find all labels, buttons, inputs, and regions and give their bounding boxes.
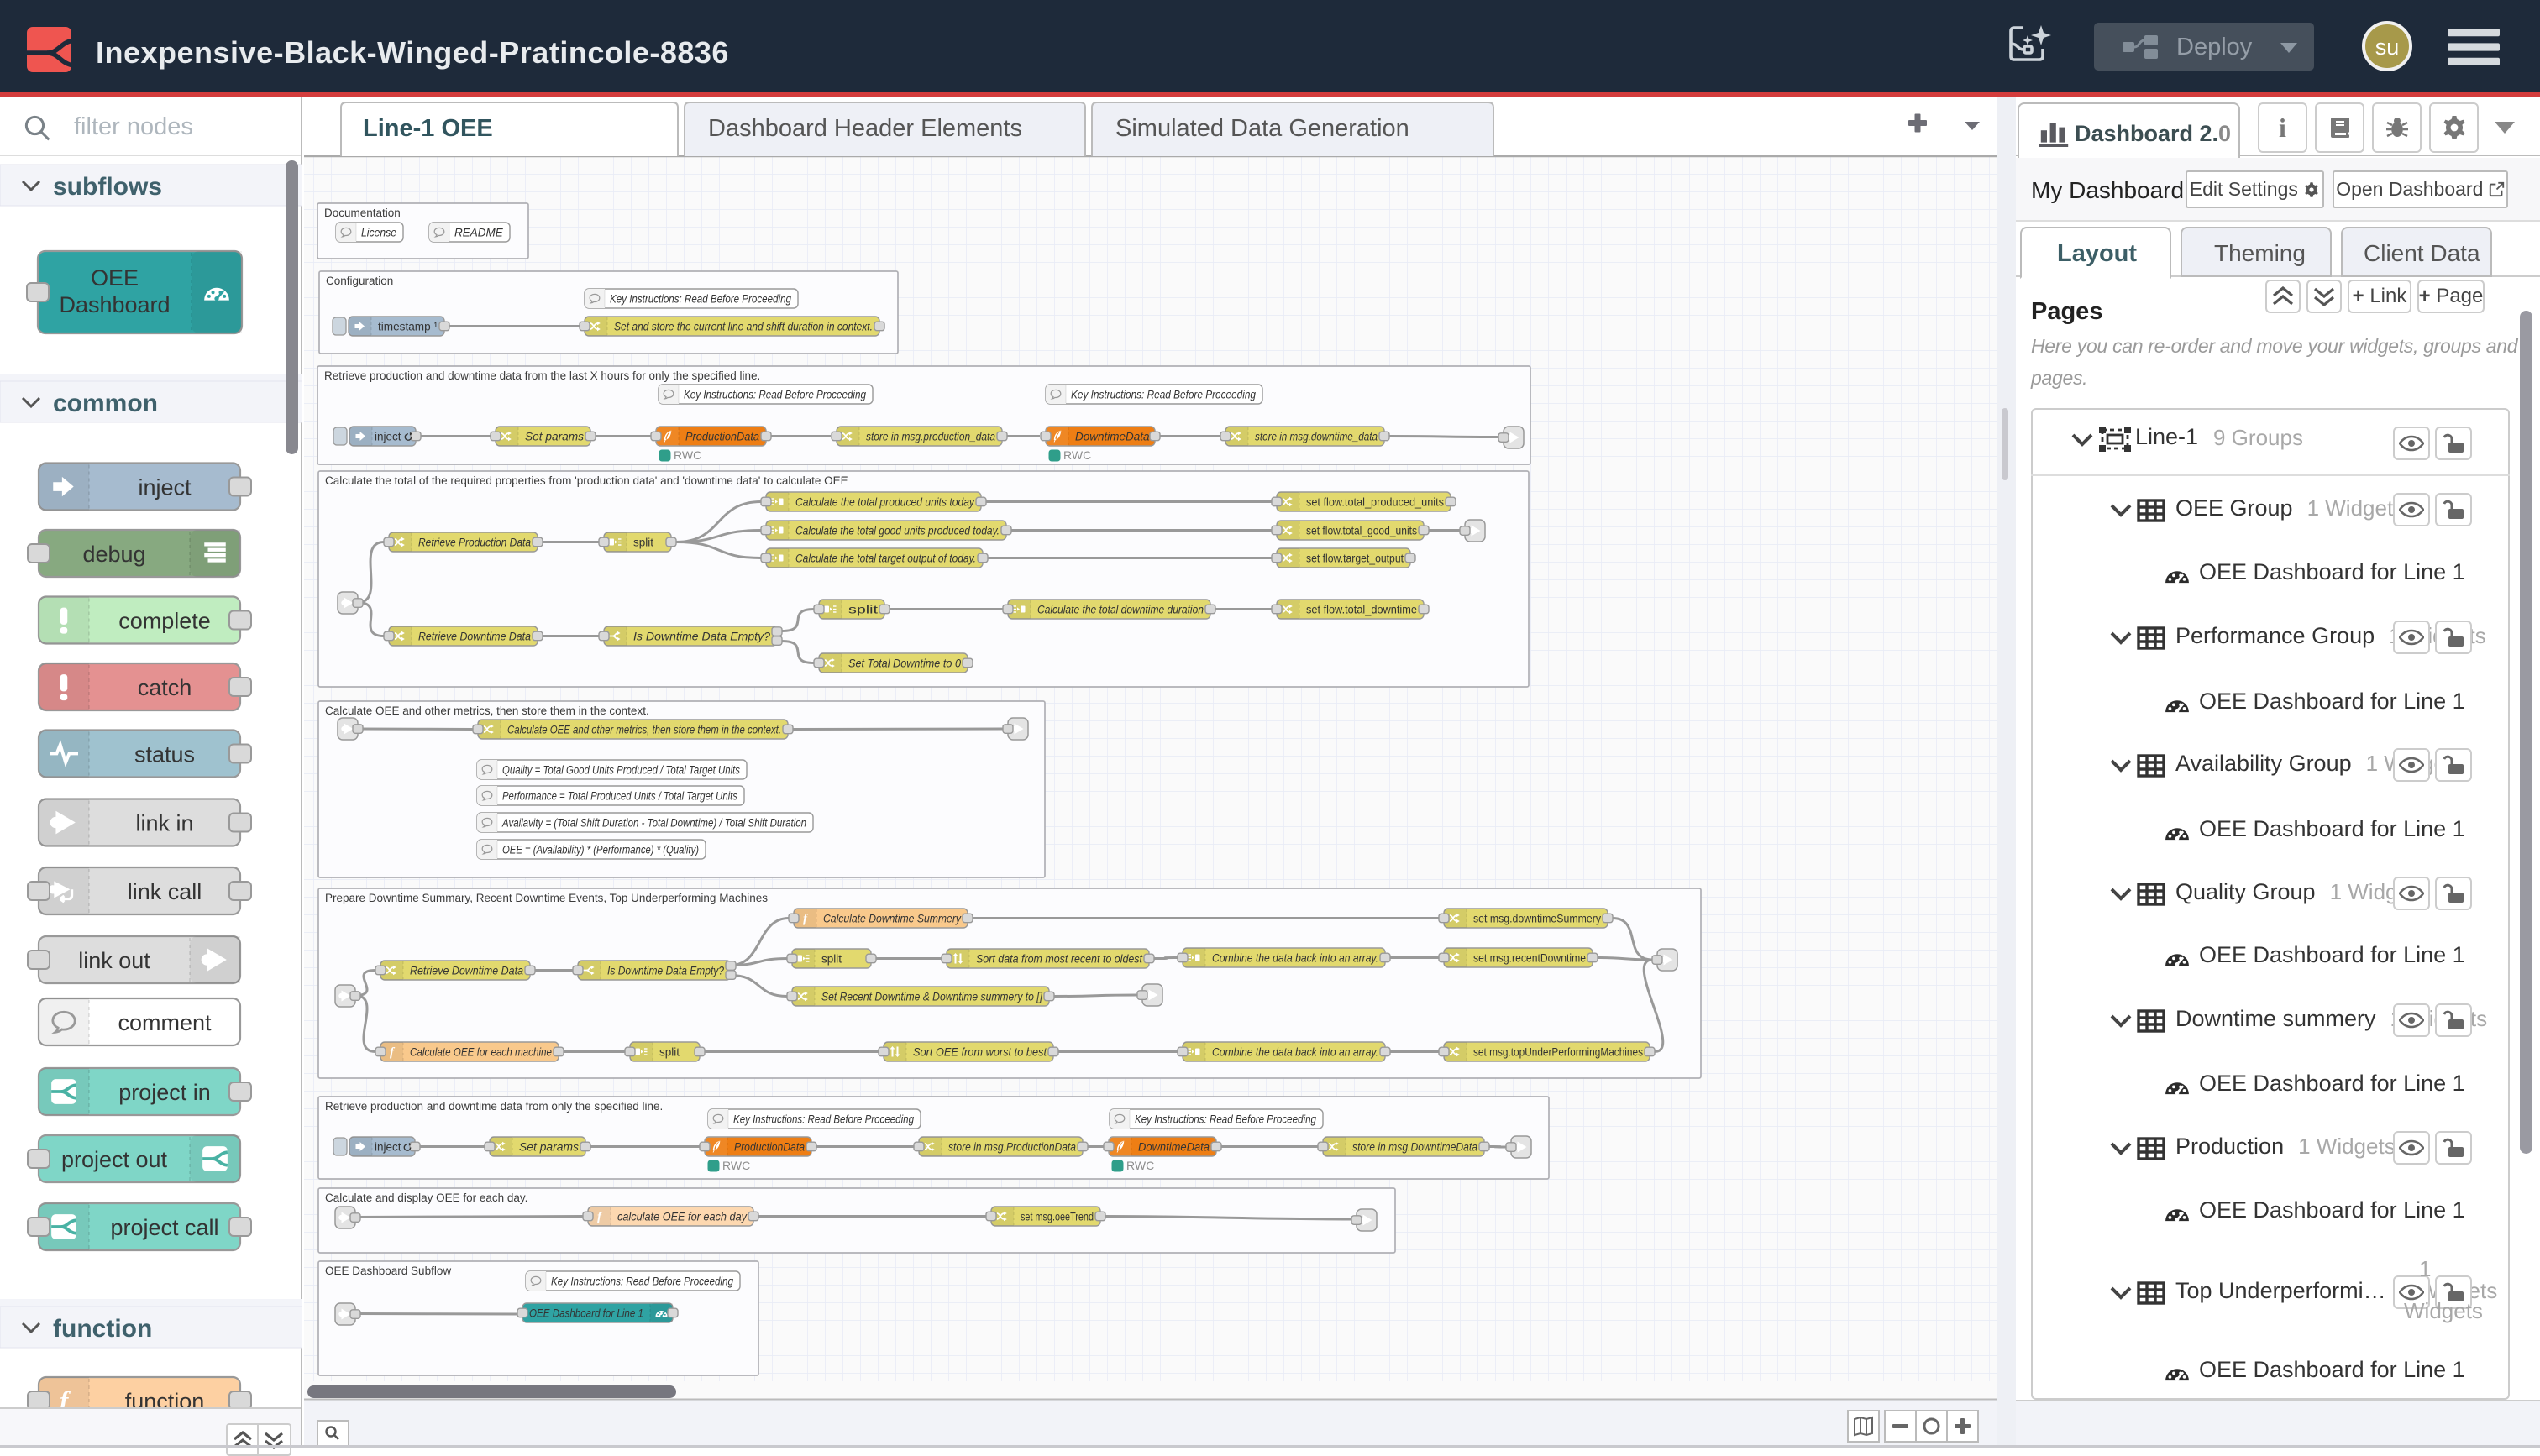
svg-text:split: split: [633, 536, 653, 548]
svg-text:store in msg.ProductionData: store in msg.ProductionData: [948, 1140, 1076, 1153]
svg-text:status: status: [134, 742, 195, 767]
svg-text:set msg.downtimeSummery: set msg.downtimeSummery: [1473, 912, 1601, 924]
svg-text:Line-1 OEE: Line-1 OEE: [363, 115, 493, 142]
svg-text:Set params: Set params: [519, 1140, 579, 1153]
svg-text:link in: link in: [135, 811, 193, 836]
svg-text:OEE = (Availability) * (Perfor: OEE = (Availability) * (Performance) * (…: [502, 843, 699, 856]
svg-text:Retrieve Production Data: Retrieve Production Data: [418, 536, 531, 548]
svg-text:Calculate the total produced u: Calculate the total produced units today: [795, 495, 975, 508]
svg-text:Calculate the total good units: Calculate the total good units produced …: [795, 524, 1000, 537]
svg-text:Dashboard Header Elements: Dashboard Header Elements: [708, 115, 1022, 142]
svg-text:Combine the data back into an: Combine the data back into an array.: [1212, 1045, 1378, 1058]
svg-text:ProductionData: ProductionData: [734, 1140, 805, 1153]
svg-text:inject: inject: [375, 430, 401, 443]
svg-text:Calculate OEE for each machine: Calculate OEE for each machine: [410, 1045, 552, 1058]
svg-text:calculate OEE for each day: calculate OEE for each day: [617, 1210, 748, 1223]
svg-text:Calculate OEE and other metric: Calculate OEE and other metrics, then st…: [325, 704, 649, 717]
svg-text:Calculate OEE and other metric: Calculate OEE and other metrics, then st…: [507, 723, 781, 736]
svg-text:Sort data from most recent to: Sort data from most recent to oldest: [976, 952, 1143, 965]
svg-text:Key Instructions: Read Before: Key Instructions: Read Before Proceeding: [1071, 388, 1256, 401]
svg-text:License: License: [361, 226, 396, 238]
svg-text:timestamp ¹: timestamp ¹: [378, 320, 438, 333]
svg-text:Dashboard: Dashboard: [59, 292, 170, 317]
svg-text:catch: catch: [138, 675, 192, 700]
svg-text:function: function: [125, 1389, 205, 1407]
svg-text:Availavity = (Total Shift Dura: Availavity = (Total Shift Duration - Tot…: [501, 816, 806, 829]
svg-text:Combine the data back into an: Combine the data back into an array.: [1212, 951, 1378, 964]
svg-text:set flow.total_good_units: set flow.total_good_units: [1306, 524, 1417, 537]
svg-text:Retrieve production and downti: Retrieve production and downtime data fr…: [325, 1100, 663, 1113]
svg-text:Set and store the current line: Set and store the current line and shift…: [614, 320, 873, 333]
svg-text:Key Instructions: Read Before: Key Instructions: Read Before Proceeding: [610, 292, 791, 305]
svg-text:set flow.total_produced_units: set flow.total_produced_units: [1306, 495, 1444, 508]
svg-text:Set params: Set params: [525, 430, 584, 443]
svg-text:Calculate the total downtime d: Calculate the total downtime duration: [1037, 603, 1204, 615]
svg-text:set msg.oeeTrend: set msg.oeeTrend: [1021, 1210, 1094, 1223]
svg-text:DowntimeData: DowntimeData: [1138, 1140, 1210, 1153]
svg-text:store in msg.DowntimeData: store in msg.DowntimeData: [1352, 1140, 1477, 1153]
svg-text:ProductionData: ProductionData: [685, 430, 759, 443]
svg-text:inject: inject: [138, 475, 192, 500]
svg-text:Calculate the total target out: Calculate the total target output of tod…: [795, 552, 976, 564]
svg-text:RWC: RWC: [1126, 1159, 1154, 1172]
svg-text:subflows: subflows: [53, 173, 162, 201]
svg-text:Key Instructions: Read Before: Key Instructions: Read Before Proceeding: [551, 1275, 733, 1287]
svg-text:OEE Dashboard Subflow: OEE Dashboard Subflow: [325, 1265, 451, 1277]
svg-text:RWC: RWC: [722, 1159, 750, 1172]
svg-text:Calculate the total of the req: Calculate the total of the required prop…: [325, 474, 848, 487]
svg-text:Prepare Downtime Summary, Rece: Prepare Downtime Summary, Recent Downtim…: [325, 892, 768, 904]
svg-text:inject: inject: [375, 1140, 401, 1153]
svg-text:Is Downtime Data Empty?: Is Downtime Data Empty?: [607, 964, 724, 977]
svg-text:set msg.topUnderPerformingMach: set msg.topUnderPerformingMachines: [1473, 1045, 1643, 1058]
svg-text:Documentation: Documentation: [324, 207, 401, 219]
svg-text:OEE: OEE: [91, 265, 139, 291]
svg-text:Retrieve production and downti: Retrieve production and downtime data fr…: [324, 369, 760, 382]
svg-text:Set Total Downtime to 0: Set Total Downtime to 0: [848, 657, 961, 669]
svg-text:OEE Dashboard for Line 1: OEE Dashboard for Line 1: [529, 1307, 643, 1319]
svg-text:split: split: [659, 1045, 680, 1058]
svg-text:RWC: RWC: [674, 448, 701, 462]
svg-text:debug: debug: [82, 542, 145, 567]
svg-text:Is Downtime Data Empty?: Is Downtime Data Empty?: [633, 630, 771, 642]
svg-text:function: function: [53, 1315, 152, 1343]
svg-text:RWC: RWC: [1063, 448, 1091, 462]
svg-text:project out: project out: [61, 1147, 168, 1172]
svg-text:Quality = Total Good Units Pro: Quality = Total Good Units Produced / To…: [502, 763, 740, 776]
svg-text:link call: link call: [128, 879, 202, 904]
svg-text:set flow.target_output: set flow.target_output: [1306, 552, 1404, 564]
svg-text:Simulated Data Generation: Simulated Data Generation: [1115, 115, 1409, 142]
svg-text:DowntimeData: DowntimeData: [1075, 430, 1150, 443]
svg-text:README: README: [454, 226, 504, 238]
svg-text:complete: complete: [118, 609, 211, 634]
svg-text:project call: project call: [110, 1215, 218, 1240]
svg-text:common: common: [53, 390, 158, 417]
svg-text:Key Instructions: Read Before: Key Instructions: Read Before Proceeding: [1135, 1113, 1316, 1125]
svg-text:Key Instructions: Read Before: Key Instructions: Read Before Proceeding: [733, 1113, 914, 1125]
svg-text:project in: project in: [118, 1080, 211, 1105]
svg-text:Calculate Downtime Summery: Calculate Downtime Summery: [823, 912, 962, 924]
svg-text:Retrieve Downtime Data: Retrieve Downtime Data: [418, 630, 531, 642]
svg-text:Configuration: Configuration: [326, 275, 393, 287]
svg-text:link out: link out: [78, 948, 150, 973]
svg-text:split: split: [821, 952, 842, 965]
svg-text:comment: comment: [118, 1010, 212, 1035]
svg-text:Performance = Total Produced U: Performance = Total Produced Units / Tot…: [502, 789, 737, 802]
svg-text:Retrieve Downtime Data: Retrieve Downtime Data: [410, 964, 523, 977]
svg-text:set msg.recentDowntime: set msg.recentDowntime: [1473, 951, 1586, 964]
svg-text:Set Recent Downtime & Downtime: Set Recent Downtime & Downtime summery t…: [821, 990, 1043, 1003]
svg-text:Calculate and display OEE for: Calculate and display OEE for each day.: [325, 1192, 527, 1204]
svg-text:split: split: [848, 603, 878, 615]
svg-text:Sort OEE from worst to best: Sort OEE from worst to best: [913, 1045, 1047, 1058]
svg-text:store in msg.downtime_data: store in msg.downtime_data: [1255, 430, 1378, 443]
svg-text:set flow.total_downtime: set flow.total_downtime: [1306, 603, 1417, 615]
svg-text:store in msg.production_data: store in msg.production_data: [866, 430, 995, 443]
svg-text:Key Instructions: Read Before: Key Instructions: Read Before Proceeding: [684, 388, 866, 401]
